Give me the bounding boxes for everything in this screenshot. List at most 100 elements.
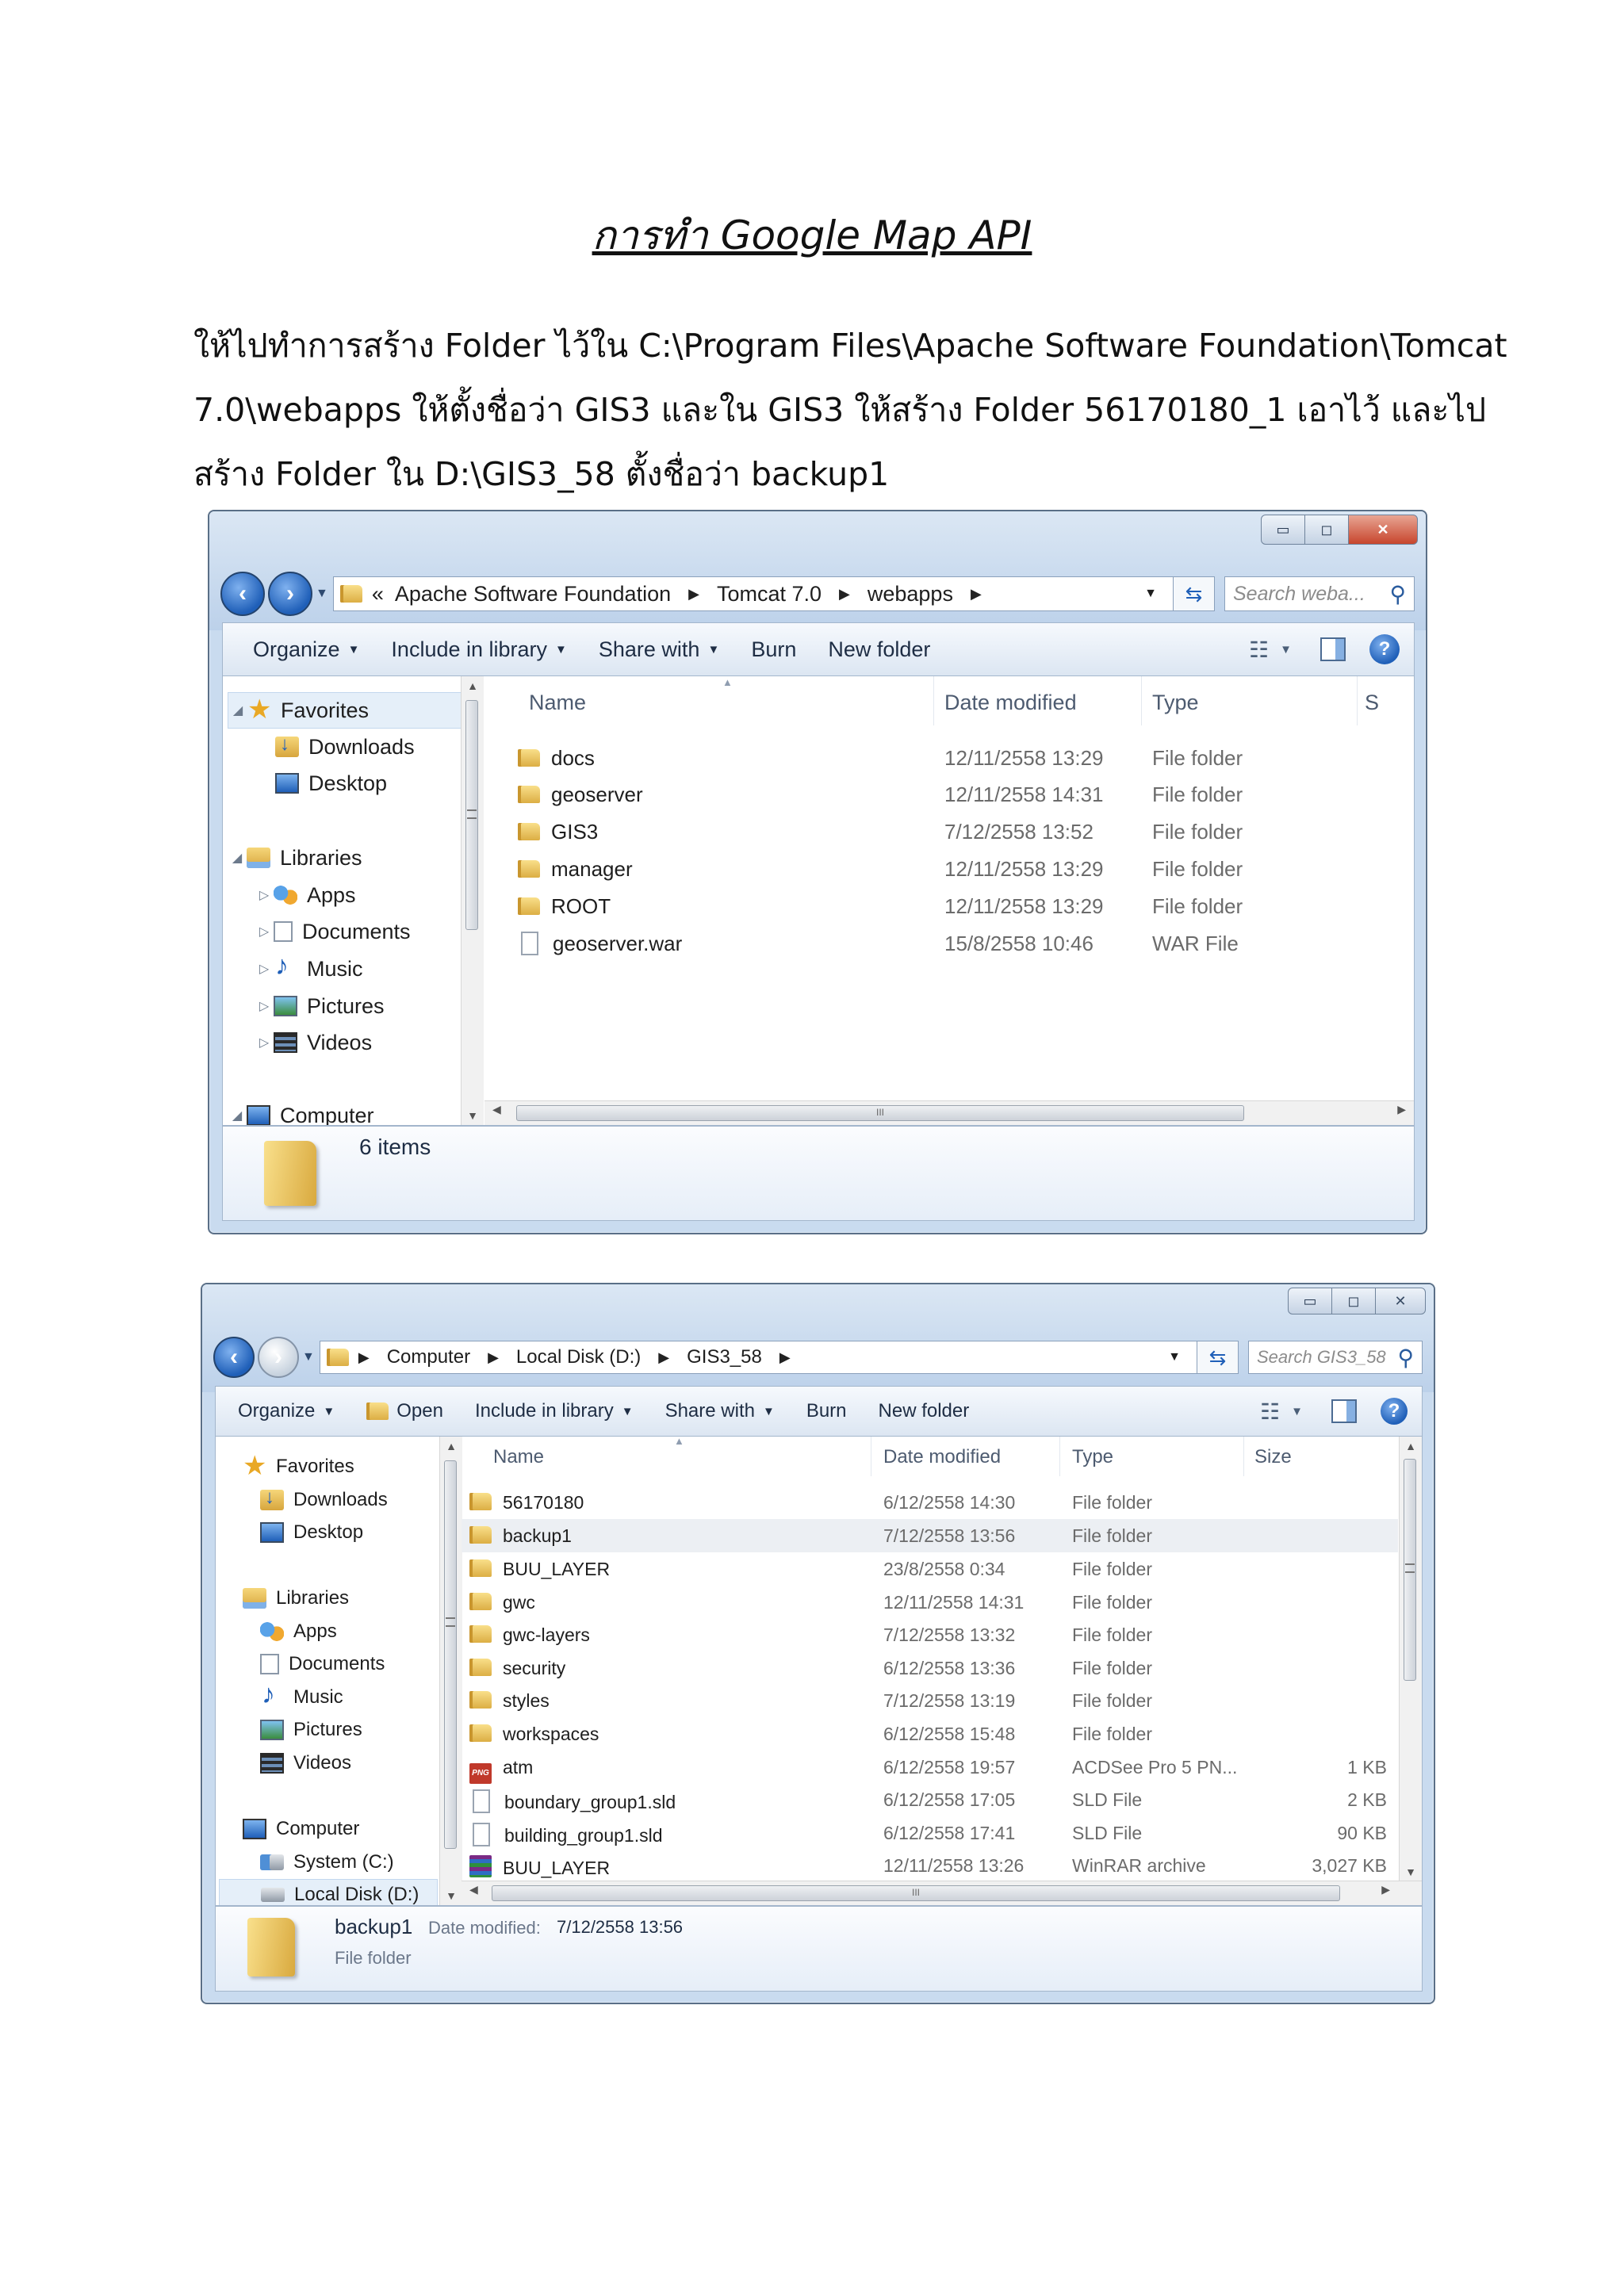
close-button[interactable]: ✕ xyxy=(1375,1288,1426,1314)
nav-downloads[interactable]: Downloads xyxy=(275,729,415,764)
expand-arrow-icon[interactable]: ▷ xyxy=(255,961,274,977)
column-divider[interactable] xyxy=(1141,676,1142,725)
nav-apps[interactable]: Apps xyxy=(260,1616,337,1647)
nav-videos[interactable]: ▷ Videos xyxy=(255,1025,372,1060)
preview-pane-icon[interactable] xyxy=(1320,637,1346,661)
column-size[interactable]: S xyxy=(1365,691,1379,715)
nav-music[interactable]: Music xyxy=(260,1679,343,1713)
table-row[interactable]: geoserver 12/11/2558 14:31 File folder xyxy=(485,778,1414,814)
chevron-right-icon[interactable]: ▶ xyxy=(688,586,699,603)
scroll-up-icon[interactable]: ▲ xyxy=(440,1440,462,1452)
table-row[interactable]: 56170180 6/12/2558 14:30 File folder xyxy=(462,1486,1422,1519)
breadcrumb-webapps[interactable]: webapps xyxy=(868,582,953,607)
column-name[interactable]: Name xyxy=(529,691,586,715)
expand-arrow-icon[interactable]: ▷ xyxy=(255,924,274,939)
collapse-arrow-icon[interactable]: ◢ xyxy=(228,1108,247,1123)
scroll-right-icon[interactable]: ▶ xyxy=(1397,1103,1406,1116)
nav-favorites[interactable]: Favorites xyxy=(243,1450,354,1483)
nav-documents[interactable]: Documents xyxy=(260,1648,385,1680)
preview-pane-icon[interactable] xyxy=(1331,1399,1357,1423)
breadcrumb-gis3-58[interactable]: GIS3_58 xyxy=(687,1346,762,1368)
column-size[interactable]: Size xyxy=(1254,1446,1292,1468)
scroll-right-icon[interactable]: ▶ xyxy=(1381,1883,1390,1896)
new-folder-button[interactable]: New folder xyxy=(828,637,930,662)
nav-apps[interactable]: ▷ Apps xyxy=(255,878,356,913)
hscrollbar-thumb[interactable]: III xyxy=(516,1105,1244,1121)
column-divider[interactable] xyxy=(1357,676,1358,725)
refresh-button[interactable]: ⇆ xyxy=(1174,576,1215,611)
share-with-button[interactable]: Share with ▼ xyxy=(665,1400,775,1422)
collapse-arrow-icon[interactable]: ◢ xyxy=(228,702,247,718)
chevron-right-icon[interactable]: ▶ xyxy=(839,586,850,603)
file-list-vscrollbar[interactable]: ▲ ▼ xyxy=(1399,1437,1422,1881)
nav-downloads[interactable]: Downloads xyxy=(260,1484,388,1516)
nav-desktop[interactable]: Desktop xyxy=(260,1517,363,1548)
share-with-button[interactable]: Share with ▼ xyxy=(599,637,719,662)
nav-desktop[interactable]: Desktop xyxy=(275,766,387,801)
nav-system-c[interactable]: System (C:) xyxy=(260,1846,394,1878)
scroll-up-icon[interactable]: ▲ xyxy=(1400,1440,1422,1452)
table-row[interactable]: GIS3 7/12/2558 13:52 File folder xyxy=(485,815,1414,851)
nav-computer[interactable]: Computer xyxy=(243,1813,359,1845)
table-row[interactable]: docs 12/11/2558 13:29 File folder xyxy=(485,741,1414,778)
search-input[interactable]: Search weba... ⚲ xyxy=(1224,576,1415,611)
forward-button[interactable]: › xyxy=(268,572,312,616)
table-row[interactable]: building_group1.sld 6/12/2558 17:41 SLD … xyxy=(462,1816,1422,1850)
column-name[interactable]: Name xyxy=(493,1446,544,1468)
expand-arrow-icon[interactable]: ▷ xyxy=(255,1035,274,1050)
include-in-library-button[interactable]: Include in library ▼ xyxy=(391,637,566,662)
nav-pane-scrollbar[interactable]: ▲ ▼ xyxy=(461,676,484,1125)
close-button[interactable]: ✕ xyxy=(1348,515,1418,545)
burn-button[interactable]: Burn xyxy=(806,1400,847,1422)
back-button[interactable]: ‹ xyxy=(213,1337,255,1378)
organize-button[interactable]: Organize ▼ xyxy=(253,637,359,662)
file-list-hscrollbar[interactable]: ◀ III ▶ xyxy=(462,1881,1422,1905)
file-list-hscrollbar[interactable]: ◀ III ▶ xyxy=(485,1100,1414,1125)
open-button[interactable]: Open xyxy=(366,1400,443,1422)
table-row[interactable]: gwc 12/11/2558 14:31 File folder xyxy=(462,1586,1422,1619)
table-row[interactable]: gwc-layers 7/12/2558 13:32 File folder xyxy=(462,1618,1422,1651)
breadcrumb-computer[interactable]: Computer xyxy=(387,1346,470,1368)
chevron-right-icon[interactable]: ▶ xyxy=(358,1349,370,1366)
burn-button[interactable]: Burn xyxy=(751,637,796,662)
column-date-modified[interactable]: Date modified xyxy=(944,691,1077,715)
expand-arrow-icon[interactable]: ▷ xyxy=(255,887,274,903)
recent-pages-icon[interactable]: ▼ xyxy=(302,1350,315,1364)
minimize-button[interactable]: ▭ xyxy=(1288,1288,1332,1314)
scroll-down-icon[interactable]: ▼ xyxy=(440,1889,462,1902)
new-folder-button[interactable]: New folder xyxy=(879,1400,970,1422)
column-type[interactable]: Type xyxy=(1152,691,1199,715)
recent-pages-icon[interactable]: ▼ xyxy=(316,587,328,601)
table-row[interactable]: security 6/12/2558 13:36 File folder xyxy=(462,1651,1422,1685)
nav-pictures[interactable]: Pictures xyxy=(260,1714,362,1746)
nav-local-disk-d[interactable]: Local Disk (D:) xyxy=(219,1879,438,1905)
chevron-down-icon[interactable]: ▼ xyxy=(1144,587,1157,601)
chevron-right-icon[interactable]: ▶ xyxy=(779,1349,791,1366)
expand-arrow-icon[interactable]: ▷ xyxy=(255,998,274,1014)
minimize-button[interactable]: ▭ xyxy=(1261,515,1305,545)
table-row-selected[interactable]: backup1 7/12/2558 13:56 File folder xyxy=(462,1519,1398,1552)
column-date-modified[interactable]: Date modified xyxy=(883,1446,1001,1468)
column-divider[interactable] xyxy=(1243,1437,1244,1476)
table-row[interactable]: workspaces 6/12/2558 15:48 File folder xyxy=(462,1717,1422,1751)
chevron-right-icon[interactable]: ▶ xyxy=(971,586,982,603)
nav-pane-scrollbar[interactable]: ▲ ▼ xyxy=(439,1437,462,1905)
table-row[interactable]: manager 12/11/2558 13:29 File folder xyxy=(485,852,1414,889)
hscrollbar-thumb[interactable]: III xyxy=(492,1885,1340,1901)
nav-computer[interactable]: ◢ Computer xyxy=(228,1098,374,1125)
maximize-button[interactable]: ◻ xyxy=(1331,1288,1376,1314)
column-divider[interactable] xyxy=(1059,1437,1060,1476)
scroll-left-icon[interactable]: ◀ xyxy=(492,1103,501,1116)
table-row[interactable]: styles 7/12/2558 13:19 File folder xyxy=(462,1684,1422,1717)
table-row[interactable]: geoserver.war 15/8/2558 10:46 WAR File xyxy=(485,927,1414,963)
address-bar[interactable]: « Apache Software Foundation ▶ Tomcat 7.… xyxy=(332,576,1174,611)
breadcrumb-tomcat[interactable]: Tomcat 7.0 xyxy=(717,582,822,607)
table-row[interactable]: BUU_LAYER 23/8/2558 0:34 File folder xyxy=(462,1552,1422,1586)
include-in-library-button[interactable]: Include in library ▼ xyxy=(475,1400,634,1422)
column-type[interactable]: Type xyxy=(1072,1446,1113,1468)
breadcrumb-apache[interactable]: Apache Software Foundation xyxy=(395,582,671,607)
chevron-right-icon[interactable]: ▶ xyxy=(488,1349,499,1366)
nav-libraries[interactable]: Libraries xyxy=(243,1582,349,1614)
nav-pictures[interactable]: ▷ Pictures xyxy=(255,989,385,1024)
table-row[interactable]: ROOT 12/11/2558 13:29 File folder xyxy=(485,890,1414,926)
